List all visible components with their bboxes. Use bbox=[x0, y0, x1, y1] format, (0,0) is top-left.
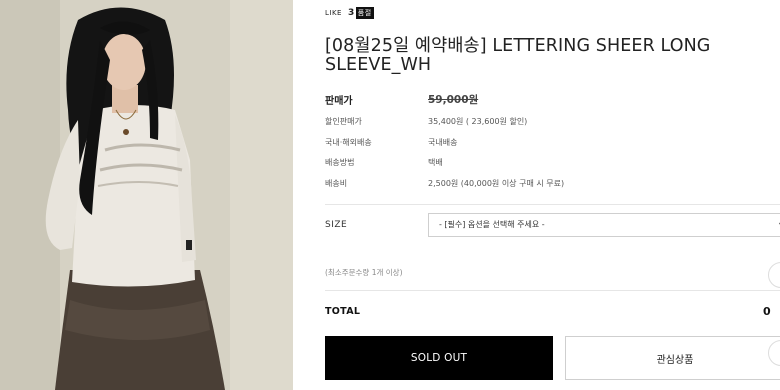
shipping-method-value: 택배 bbox=[428, 158, 443, 167]
sale-price-label: 할인판매가 bbox=[325, 117, 362, 126]
product-photo bbox=[0, 0, 293, 390]
like-count: 3 bbox=[347, 8, 355, 18]
size-select[interactable]: - [필수] 옵션을 선택해 주세요 - ▾ bbox=[428, 213, 780, 237]
wishlist-button[interactable]: 관심상품 bbox=[565, 336, 780, 380]
size-select-value: - [필수] 옵션을 선택해 주세요 - bbox=[439, 220, 545, 229]
soldout-badge: 품절 bbox=[355, 7, 374, 19]
price-value: 59,000원 bbox=[428, 94, 479, 106]
shipping-fee-label: 배송비 bbox=[325, 179, 348, 188]
min-qty-note: (최소주문수량 1개 이상) bbox=[325, 268, 403, 277]
product-title: [08월25일 예약배송] LETTERING SHEER LONG SLEEV… bbox=[325, 35, 711, 75]
total-value: 0 bbox=[763, 305, 771, 318]
sold-out-button[interactable]: SOLD OUT bbox=[325, 336, 553, 380]
shipping-method-label: 배송방법 bbox=[325, 158, 355, 167]
shipping-region-label: 국내·해외배송 bbox=[325, 138, 372, 147]
divider bbox=[325, 290, 780, 291]
divider bbox=[325, 204, 780, 205]
shipping-fee-value: 2,500원 (40,000원 이상 구매 시 무료) bbox=[428, 179, 565, 188]
like-counter[interactable]: LIKE 3 품절 bbox=[325, 7, 374, 19]
sale-price-value: 35,400원 ( 23,600원 할인) bbox=[428, 117, 528, 126]
like-label: LIKE bbox=[325, 9, 342, 17]
product-info: LIKE 3 품절 [08월25일 예약배송] LETTERING SHEER … bbox=[325, 0, 780, 390]
size-label: SIZE bbox=[325, 220, 348, 230]
price-label: 판매가 bbox=[325, 96, 353, 107]
model-photo bbox=[0, 0, 293, 390]
shipping-region-value: 국내배송 bbox=[428, 138, 458, 147]
total-label: TOTAL bbox=[325, 306, 361, 317]
